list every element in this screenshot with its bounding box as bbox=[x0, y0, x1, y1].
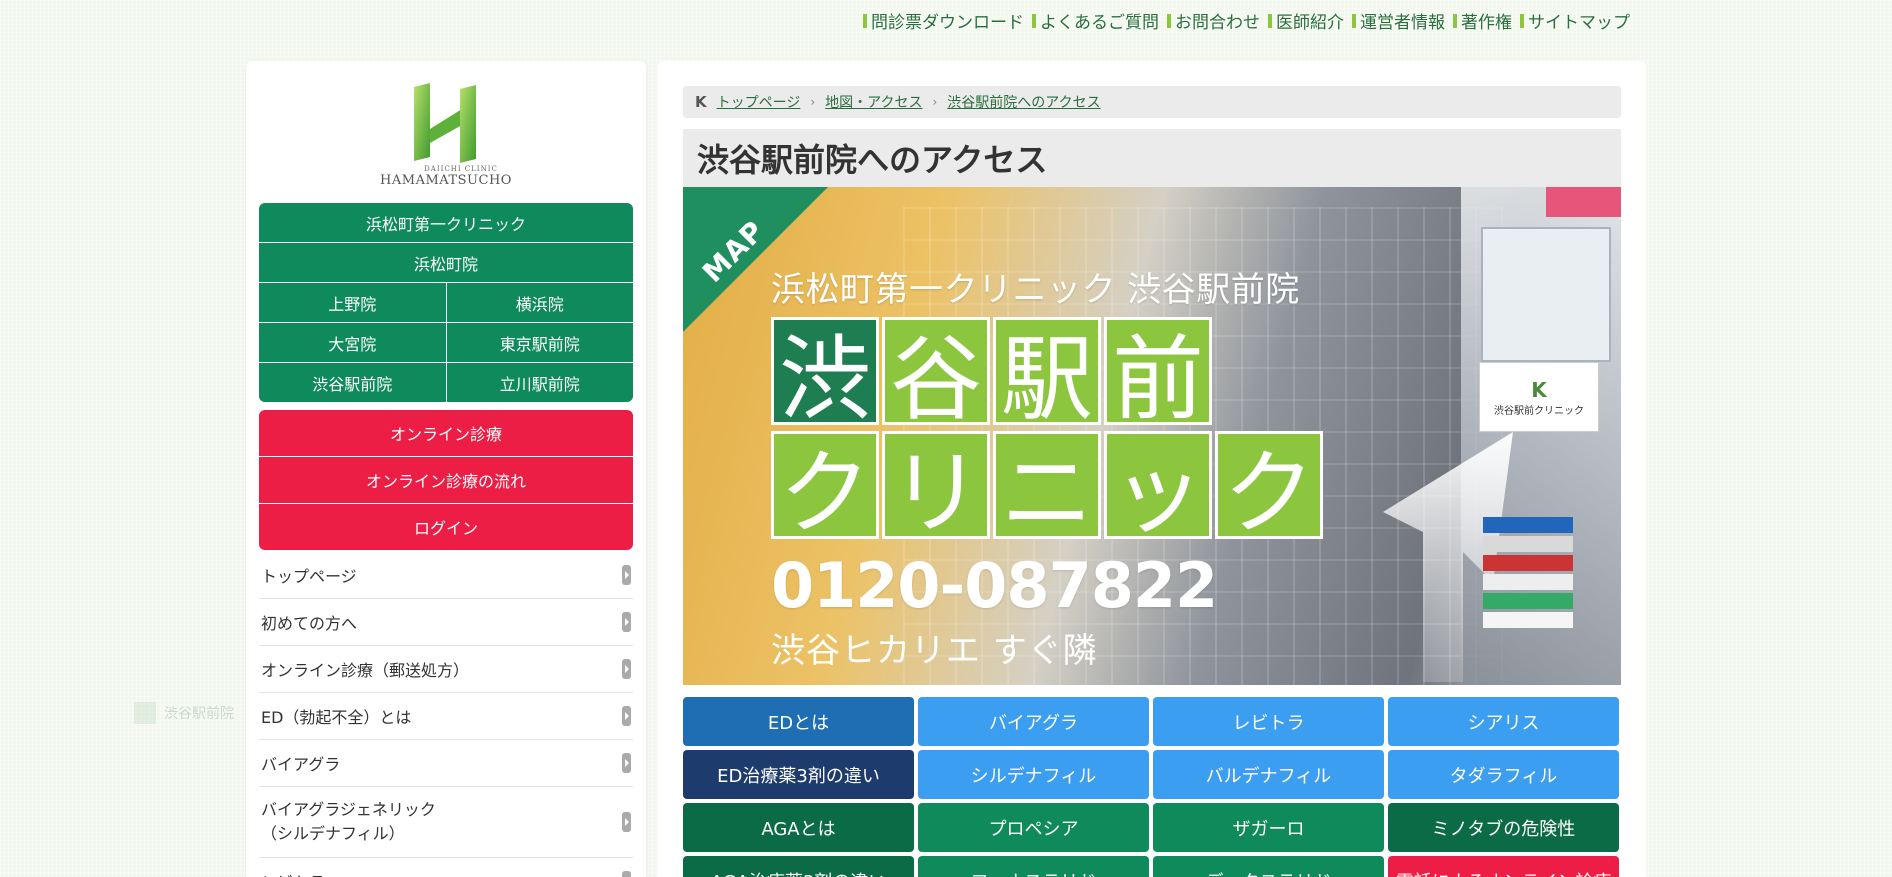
hero-title-row2: ク リ ニ ッ ク bbox=[771, 431, 1323, 547]
nav-propecia[interactable]: プロペシア bbox=[918, 803, 1149, 852]
clinic-shibuya[interactable]: 渋谷駅前院 bbox=[259, 363, 446, 402]
clinic-sign: K 渋谷駅前クリニック bbox=[1479, 362, 1599, 432]
chevron-right-icon bbox=[622, 706, 631, 726]
side-menu: トップページ 初めての方へ オンライン診療（郵送処方） ED（勃起不全）とは バ… bbox=[259, 552, 633, 877]
sidebar: DAIICHI CLINIC HAMAMATSUCHO 浜松町第一クリニック 浜… bbox=[246, 61, 646, 877]
chevron-right-icon: › bbox=[810, 95, 816, 109]
nav-aga[interactable]: AGAとは bbox=[683, 803, 914, 852]
utility-nav: 問診票ダウンロード よくあるご質問 お問合わせ 医師紹介 運営者情報 著作権 サ… bbox=[863, 8, 1630, 33]
nav-vardenafil[interactable]: バルデナフィル bbox=[1153, 750, 1384, 799]
side-menu-viagra[interactable]: バイアグラ bbox=[259, 740, 633, 787]
chevron-right-icon bbox=[622, 565, 631, 585]
hero-banner: MAP 浜松町第一クリニック 渋谷駅前院 渋 谷 駅 前 ク リ ニ ッ ク 0… bbox=[683, 187, 1621, 685]
login-button[interactable]: ログイン bbox=[259, 504, 633, 550]
breadcrumb: K トップページ › 地図・アクセス › 渋谷駅前院へのアクセス bbox=[683, 86, 1621, 118]
online-menu: オンライン診療 オンライン診療の流れ ログイン bbox=[259, 410, 633, 550]
nav-dutasteride[interactable]: デュタステリド bbox=[1153, 856, 1384, 877]
online-flow-button[interactable]: オンライン診療の流れ bbox=[259, 457, 633, 503]
side-menu-ed[interactable]: ED（勃起不全）とは bbox=[259, 693, 633, 740]
nav-sildenafil[interactable]: シルデナフィル bbox=[918, 750, 1149, 799]
clinic-omiya[interactable]: 大宮院 bbox=[259, 323, 446, 362]
side-menu-levitra[interactable]: レビトラ bbox=[259, 858, 633, 877]
side-menu-viagra-generic[interactable]: バイアグラジェネリック （シルデナフィル） bbox=[259, 787, 633, 858]
side-menu-online[interactable]: オンライン診療（郵送処方） bbox=[259, 646, 633, 693]
clinic-hamamatsucho[interactable]: 浜松町院 bbox=[259, 243, 633, 282]
chevron-right-icon bbox=[622, 659, 631, 679]
top-link-doctors[interactable]: 医師紹介 bbox=[1268, 8, 1344, 33]
clinic-logo[interactable]: DAIICHI CLINIC HAMAMATSUCHO bbox=[259, 73, 633, 203]
nav-zagallo[interactable]: ザガーロ bbox=[1153, 803, 1384, 852]
nav-levitra[interactable]: レビトラ bbox=[1153, 697, 1384, 746]
logo-subtitle: DAIICHI CLINIC bbox=[424, 165, 498, 173]
clinic-ueno[interactable]: 上野院 bbox=[259, 283, 446, 322]
chevron-right-icon bbox=[622, 753, 631, 773]
clinic-list: 浜松町第一クリニック 浜松町院 上野院 横浜院 大宮院 東京駅前院 渋谷駅前院 … bbox=[259, 203, 633, 402]
hero-title-row1: 渋 谷 駅 前 bbox=[771, 317, 1212, 433]
nav-aga-compare[interactable]: AGA治療薬3剤の違い bbox=[683, 856, 914, 877]
ghost-icon bbox=[134, 702, 156, 724]
main-content: K トップページ › 地図・アクセス › 渋谷駅前院へのアクセス 渋谷駅前院への… bbox=[658, 61, 1646, 877]
top-link-questionnaire[interactable]: 問診票ダウンロード bbox=[863, 8, 1024, 33]
page-title: 渋谷駅前院へのアクセス bbox=[683, 129, 1621, 187]
clinic-yokohama[interactable]: 横浜院 bbox=[446, 283, 633, 322]
breadcrumb-current[interactable]: 渋谷駅前院へのアクセス bbox=[947, 92, 1100, 112]
building-signs bbox=[1483, 517, 1573, 677]
side-menu-top[interactable]: トップページ bbox=[259, 552, 633, 599]
chevron-right-icon: › bbox=[932, 95, 938, 109]
nav-minoxidil[interactable]: ミノタブの危険性 bbox=[1388, 803, 1619, 852]
logo-title: HAMAMATSUCHO bbox=[380, 173, 512, 188]
nav-cialis[interactable]: シアリス bbox=[1388, 697, 1619, 746]
home-logo-icon: K bbox=[695, 93, 707, 111]
nav-ed-compare[interactable]: ED治療薬3剤の違い bbox=[683, 750, 914, 799]
sign-logo-icon: K bbox=[1531, 377, 1547, 402]
clinic-tachikawa[interactable]: 立川駅前院 bbox=[446, 363, 633, 402]
hero-phone: 0120-087822 bbox=[771, 549, 1218, 622]
nav-finasteride[interactable]: フィナステリド bbox=[918, 856, 1149, 877]
breadcrumb-top[interactable]: トップページ bbox=[717, 92, 801, 112]
breadcrumb-access[interactable]: 地図・アクセス bbox=[825, 92, 922, 112]
top-link-faq[interactable]: よくあるご質問 bbox=[1032, 8, 1159, 33]
nav-tadalafil[interactable]: タダラフィル bbox=[1388, 750, 1619, 799]
chevron-right-icon bbox=[622, 871, 631, 877]
topic-nav-grid: EDとは バイアグラ レビトラ シアリス ED治療薬3剤の違い シルデナフィル … bbox=[683, 697, 1621, 877]
billboard bbox=[1481, 227, 1611, 362]
nav-viagra[interactable]: バイアグラ bbox=[918, 697, 1149, 746]
floating-ghost-link: 渋谷駅前院 bbox=[134, 702, 234, 724]
hero-location: 渋谷ヒカリエ すぐ隣 bbox=[771, 631, 1098, 671]
top-link-sitemap[interactable]: サイトマップ bbox=[1520, 8, 1630, 33]
chevron-right-icon bbox=[622, 612, 631, 632]
clinic-main[interactable]: 浜松町第一クリニック bbox=[259, 203, 633, 242]
chevron-right-icon bbox=[622, 812, 631, 832]
side-menu-first-visit[interactable]: 初めての方へ bbox=[259, 599, 633, 646]
logo-mark-icon bbox=[414, 83, 476, 163]
nav-phone-consultation[interactable]: 電話によるオンライン診療 bbox=[1388, 856, 1619, 877]
top-link-operator[interactable]: 運営者情報 bbox=[1352, 8, 1445, 33]
clinic-tokyo-station[interactable]: 東京駅前院 bbox=[446, 323, 633, 362]
online-consultation-button[interactable]: オンライン診療 bbox=[259, 410, 633, 456]
top-link-contact[interactable]: お問合わせ bbox=[1167, 8, 1260, 33]
nav-ed[interactable]: EDとは bbox=[683, 697, 914, 746]
top-link-copyright[interactable]: 著作権 bbox=[1453, 8, 1512, 33]
